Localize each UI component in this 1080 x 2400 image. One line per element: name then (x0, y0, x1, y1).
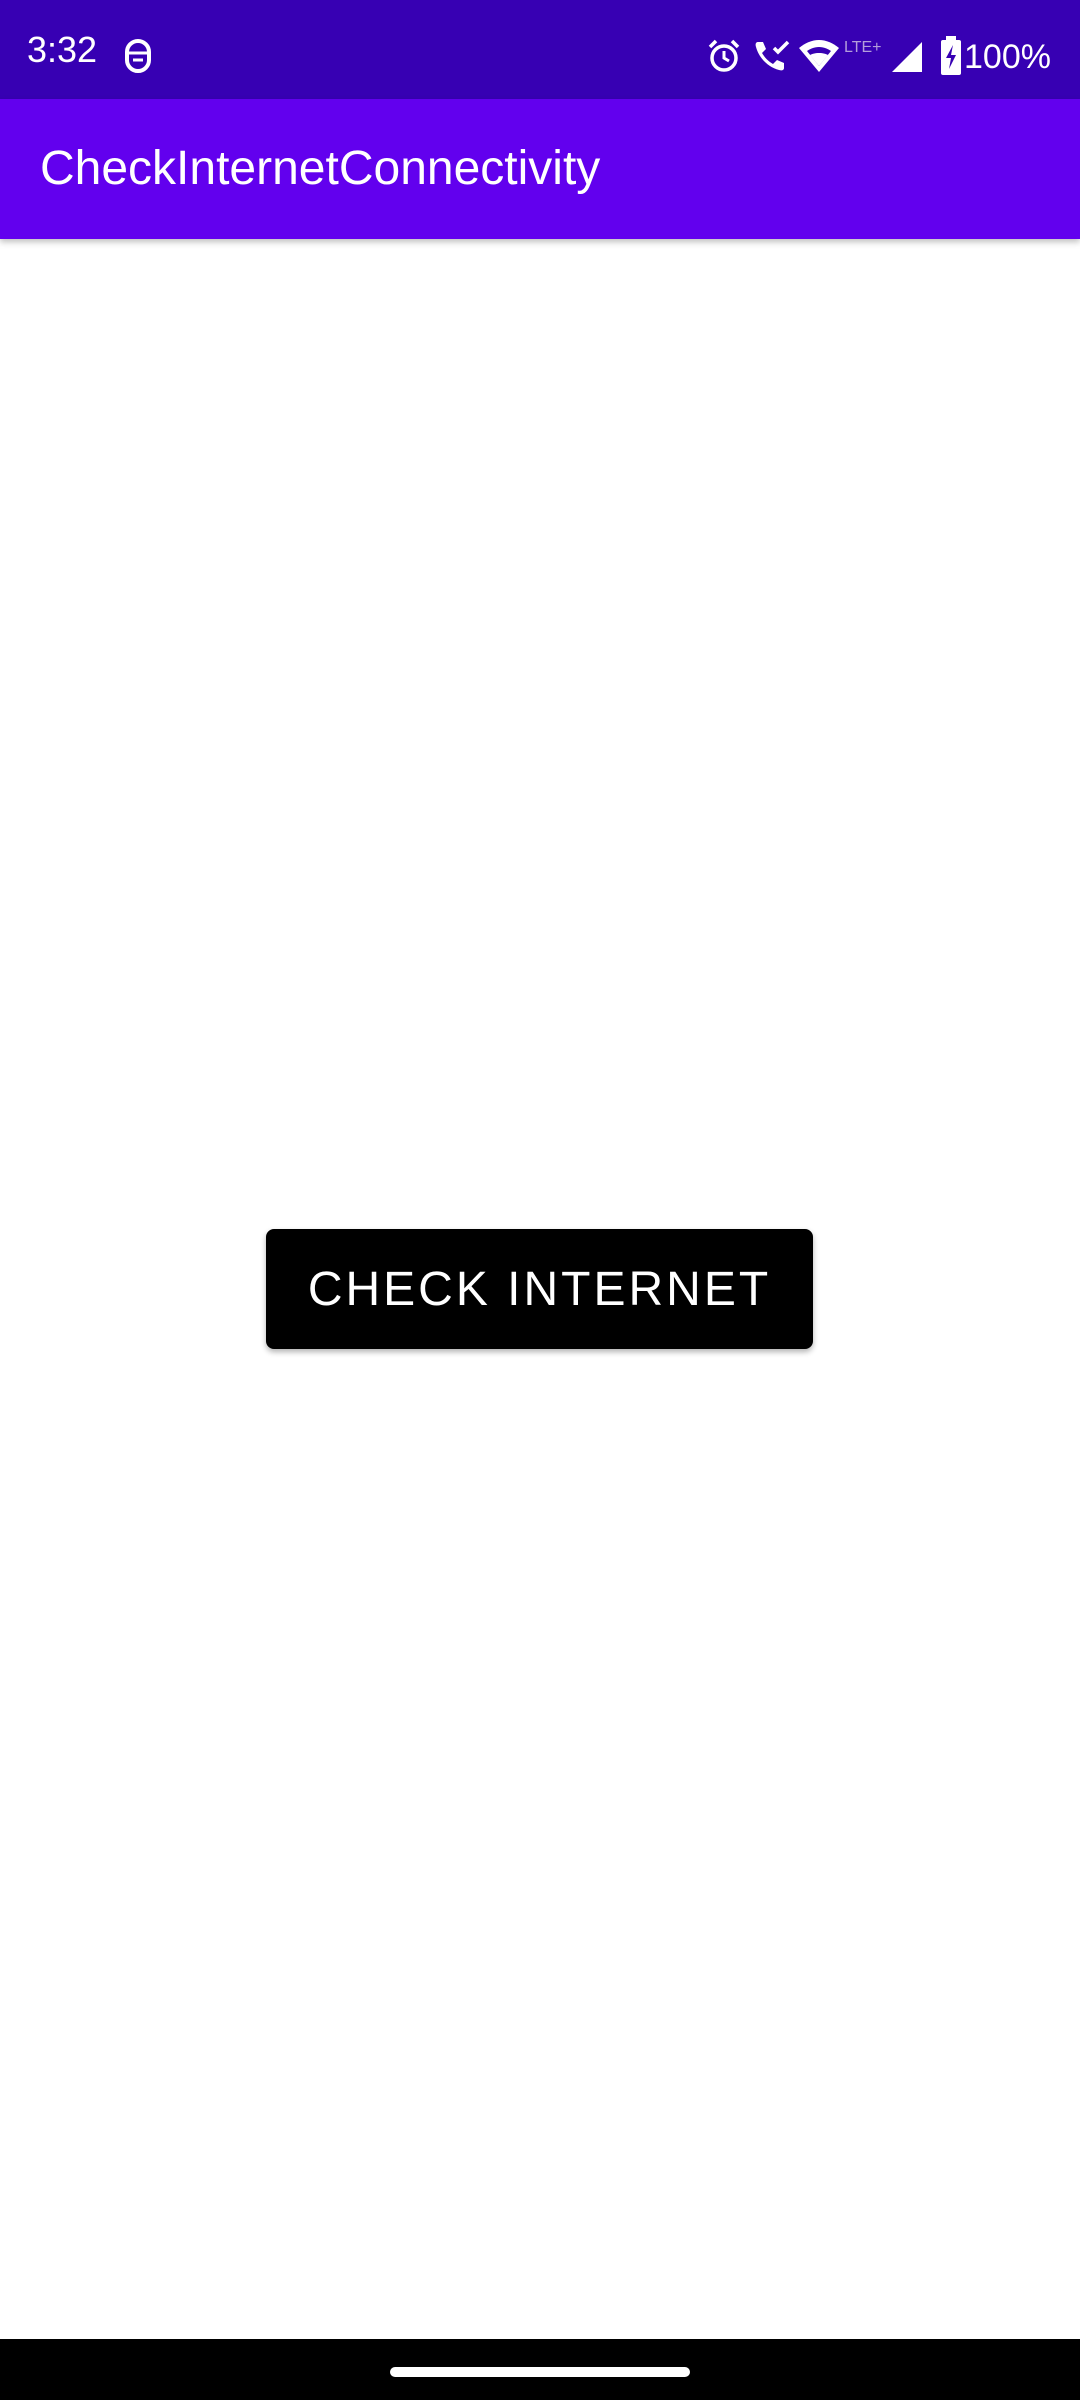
battery-charging-icon (941, 36, 961, 75)
app-title: CheckInternetConnectivity (40, 142, 601, 195)
notification-icon (125, 39, 151, 73)
home-gesture-handle[interactable] (390, 2367, 690, 2377)
battery-percentage: 100% (964, 38, 1051, 76)
navigation-bar (0, 2339, 1080, 2400)
alarm-icon (708, 39, 740, 72)
check-internet-button[interactable]: CHECK INTERNET (266, 1229, 813, 1349)
wifi-icon (799, 40, 839, 72)
signal-icon (892, 42, 922, 72)
app-screen: 3:32 LTE+ 100% CheckInternetConnectivity… (0, 0, 1080, 2400)
app-bar: CheckInternetConnectivity (0, 99, 1080, 239)
status-time: 3:32 (27, 29, 98, 70)
network-type-label: LTE+ (844, 39, 882, 56)
status-bar: 3:32 LTE+ 100% (0, 0, 1080, 99)
wifi-calling-icon (755, 40, 790, 71)
